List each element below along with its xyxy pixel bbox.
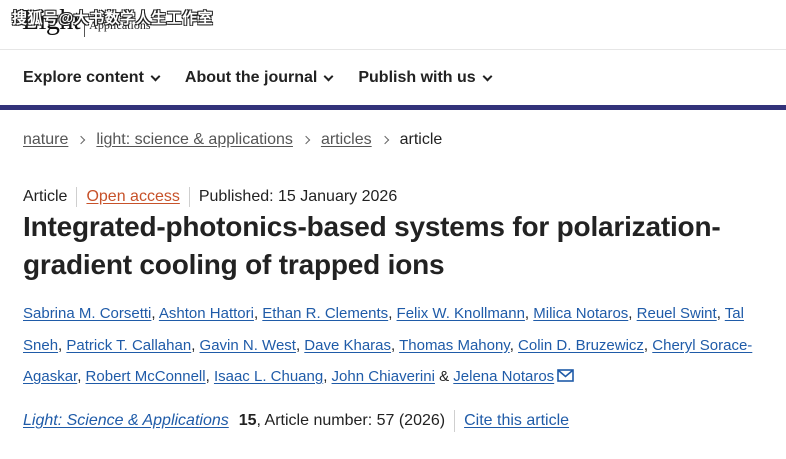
author-separator: , [205, 368, 214, 385]
volume-number: 15 [238, 412, 257, 429]
nav-publish-with-us[interactable]: Publish with us [358, 69, 493, 87]
author-separator: , [716, 305, 725, 322]
breadcrumb-nature[interactable]: nature [23, 131, 68, 149]
author-separator: , [628, 305, 637, 322]
author-link[interactable]: Ashton Hattori [159, 305, 254, 322]
author-separator: , [524, 305, 534, 322]
author-link[interactable]: John Chiaverini [332, 368, 435, 385]
nav-label: Explore content [23, 69, 144, 86]
article-meta: Article Open access Published: 15 Januar… [23, 187, 397, 207]
author-link[interactable]: Ethan R. Clements [262, 305, 388, 322]
article-type: Article [23, 188, 68, 205]
meta-divider [76, 187, 78, 207]
nav-explore-content[interactable]: Explore content [23, 69, 161, 87]
author-link[interactable]: Isaac L. Chuang [214, 368, 323, 385]
nav-label: About the journal [184, 69, 318, 86]
nav-divider [0, 105, 786, 110]
author-separator: , [151, 305, 159, 322]
article-title: Integrated-photonics-based systems for p… [23, 211, 721, 280]
logo-bar: Light Applications 搜狐号@大书数学人生工作室 [0, 0, 786, 50]
author-link[interactable]: Dave Kharas [304, 337, 391, 354]
main-nav: Explore content About the journal Publis… [0, 51, 786, 105]
mail-icon[interactable] [557, 369, 574, 382]
chevron-down-icon [323, 71, 334, 81]
nav-label: Publish with us [358, 69, 476, 86]
chevron-right-icon [301, 135, 311, 145]
cite-this-article-link[interactable]: Cite this article [464, 412, 569, 430]
author-link[interactable]: Robert McConnell [86, 368, 206, 385]
published-date: Published: 15 January 2026 [198, 188, 398, 205]
author-separator: , [391, 336, 400, 354]
open-access-link[interactable]: Open access [86, 188, 179, 206]
nav-about-journal[interactable]: About the journal [184, 69, 334, 87]
article-number: , Article number: 57 (2026) [256, 412, 446, 429]
author-separator: , [388, 305, 397, 322]
author-link[interactable]: Milica Notaros [533, 305, 628, 322]
author-link[interactable]: Sabrina M. Corsetti [23, 305, 151, 322]
breadcrumb-journal[interactable]: light: science & applications [96, 131, 293, 149]
chevron-right-icon [380, 135, 389, 145]
author-separator: , [643, 336, 653, 354]
author-separator: , [509, 336, 519, 354]
chevron-right-icon [77, 135, 86, 145]
chevron-down-icon [150, 71, 161, 81]
author-separator: , [191, 336, 200, 354]
author-separator: & [434, 368, 454, 385]
watermark: 搜狐号@大书数学人生工作室 [12, 10, 214, 27]
breadcrumb: nature light: science & applications art… [23, 131, 442, 149]
author-link[interactable]: Gavin N. West [200, 337, 296, 354]
author-link[interactable]: Colin D. Bruzewicz [518, 337, 644, 354]
journal-link[interactable]: Light: Science & Applications [23, 412, 229, 430]
cite-divider [454, 410, 456, 432]
author-link[interactable]: Reuel Swint [637, 305, 717, 322]
author-separator: , [77, 368, 86, 385]
author-link[interactable]: Patrick T. Callahan [66, 337, 191, 354]
author-link[interactable]: Jelena Notaros [453, 368, 554, 385]
citation-line: Light: Science & Applications 15 , Artic… [23, 410, 569, 432]
meta-divider [188, 187, 190, 207]
author-separator: , [323, 368, 332, 385]
chevron-down-icon [482, 71, 493, 81]
author-link[interactable]: Thomas Mahony [399, 337, 510, 354]
author-link[interactable]: Felix W. Knollmann [397, 305, 525, 322]
breadcrumb-articles[interactable]: articles [321, 131, 372, 149]
author-list: Sabrina M. Corsetti, Ashton Hattori, Eth… [23, 298, 778, 393]
breadcrumb-current: article [399, 131, 443, 148]
